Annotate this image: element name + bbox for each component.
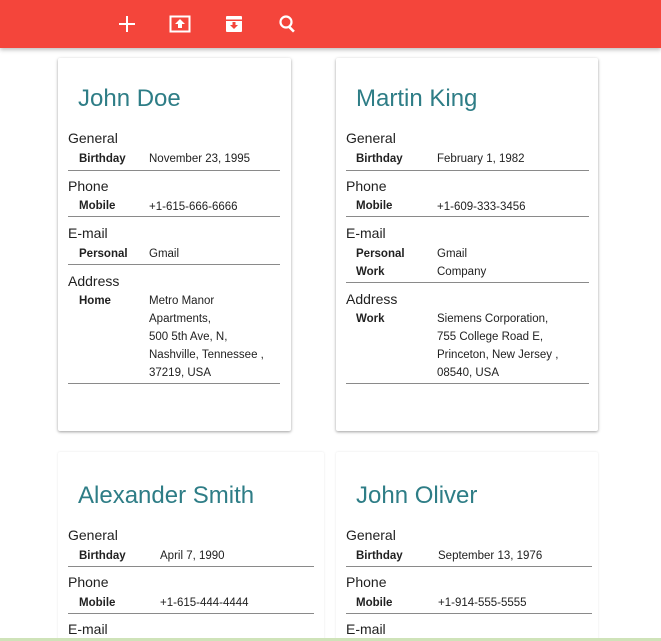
contact-name: Alexander Smith [78, 482, 255, 509]
section-phone: Phone [68, 574, 109, 590]
divider [68, 170, 280, 171]
contact-name: John Oliver [356, 482, 478, 509]
search-button[interactable] [274, 10, 302, 38]
section-general: General [68, 130, 118, 146]
section-general: General [346, 130, 396, 146]
personal-email-label: Personal [79, 248, 128, 260]
section-email: E-mail [346, 225, 386, 241]
birthday-label: Birthday [79, 153, 126, 165]
contact-name: John Doe [78, 85, 181, 112]
download-icon [226, 16, 242, 32]
birthday-label: Birthday [356, 153, 403, 165]
add-icon [119, 16, 135, 32]
birthday-value: February 1, 1982 [437, 153, 525, 165]
home-address-line: 37219, USA [149, 367, 212, 379]
divider [68, 264, 280, 265]
section-address: Address [346, 291, 398, 307]
contact-card[interactable]: John Oliver General Birthday September 1… [336, 452, 598, 641]
birthday-value: April 7, 1990 [160, 550, 225, 562]
section-email: E-mail [68, 621, 108, 637]
mobile-value: +1-615-444-4444 [160, 597, 249, 609]
divider [346, 383, 589, 384]
mobile-label: Mobile [356, 200, 393, 212]
section-phone: Phone [346, 574, 387, 590]
personal-email-value: Gmail [149, 248, 180, 260]
section-email: E-mail [68, 225, 108, 241]
mobile-label: Mobile [79, 200, 116, 212]
work-address-label: Work [356, 313, 385, 325]
section-general: General [68, 527, 118, 543]
add-button[interactable] [113, 10, 141, 38]
personal-email-value: Gmail [437, 248, 468, 260]
home-address-line: 500 5th Ave, N, [149, 331, 228, 343]
work-address-line: 08540, USA [437, 367, 500, 379]
home-address-label: Home [79, 295, 111, 307]
birthday-label: Birthday [79, 550, 126, 562]
personal-email-label: Personal [356, 248, 405, 260]
section-general: General [346, 527, 396, 543]
divider [346, 216, 589, 217]
work-address-line: Siemens Corporation, [437, 313, 549, 325]
divider [346, 566, 592, 567]
work-email-label: Work [356, 266, 385, 278]
mobile-value: +1-914-555-5555 [438, 597, 527, 609]
birthday-label: Birthday [356, 550, 403, 562]
home-address-line: Nashville, Tennessee , [149, 349, 264, 361]
divider [68, 613, 314, 614]
work-email-value: Company [437, 266, 487, 278]
upload-icon [169, 15, 191, 33]
divider [68, 216, 280, 217]
section-phone: Phone [68, 178, 109, 194]
divider [68, 383, 280, 384]
divider [346, 613, 592, 614]
birthday-value: November 23, 1995 [149, 153, 251, 165]
download-button[interactable] [220, 10, 248, 38]
app-toolbar [0, 0, 661, 48]
divider [346, 170, 589, 171]
work-address-line: 755 College Road E, [437, 331, 544, 343]
mobile-value: +1-615-666-6666 [149, 201, 238, 213]
mobile-label: Mobile [356, 597, 393, 609]
mobile-label: Mobile [79, 597, 116, 609]
search-icon [279, 15, 295, 33]
section-email: E-mail [346, 621, 386, 637]
divider [346, 282, 589, 283]
contact-name: Martin King [356, 85, 478, 112]
home-address-line: Metro Manor [149, 295, 215, 307]
contact-card[interactable]: Martin King General Birthday February 1,… [336, 58, 598, 431]
contact-card[interactable]: Alexander Smith General Birthday April 7… [58, 452, 324, 641]
section-phone: Phone [346, 178, 387, 194]
upload-button[interactable] [166, 10, 194, 38]
mobile-value: +1-609-333-3456 [437, 201, 526, 213]
section-address: Address [68, 273, 120, 289]
contact-card[interactable]: John Doe General Birthday November 23, 1… [58, 58, 291, 431]
work-address-line: Princeton, New Jersey , [437, 349, 559, 361]
divider [68, 566, 314, 567]
birthday-value: September 13, 1976 [438, 550, 543, 562]
home-address-line: Apartments, [149, 313, 211, 325]
